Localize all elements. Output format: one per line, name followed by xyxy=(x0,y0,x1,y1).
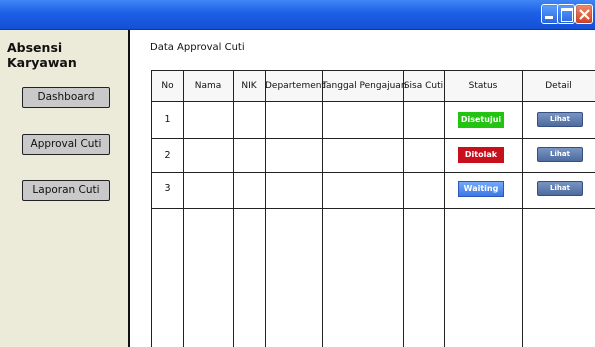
row-number: 2 xyxy=(164,150,171,161)
page-title: Data Approval Cuti xyxy=(150,42,245,53)
sidebar-item-approval-cuti[interactable]: Approval Cuti xyxy=(22,134,110,155)
sidebar-item-dashboard[interactable]: Dashboard xyxy=(22,87,110,108)
column-header-departement: Departement xyxy=(265,81,325,91)
column-header-no: No xyxy=(161,81,174,91)
row-number: 1 xyxy=(164,114,171,125)
app-title: Absensi Karyawan xyxy=(7,40,77,70)
status-badge: Disetujui xyxy=(458,112,504,128)
status-badge: Waiting xyxy=(458,181,504,197)
status-badge: Ditolak xyxy=(458,147,504,163)
column-header-nik: NIK xyxy=(241,81,257,91)
sidebar: Absensi Karyawan Dashboard Approval Cuti… xyxy=(0,30,130,347)
detail-button[interactable]: Lihat Detail xyxy=(537,181,583,205)
column-header-tanggal-pengajuan: Tanggal Pengajuan xyxy=(322,81,407,91)
column-header-sisa-cuti: Sisa Cuti xyxy=(403,81,444,91)
detail-button[interactable]: Lihat Detail xyxy=(537,112,583,136)
detail-button[interactable]: Lihat Detail xyxy=(537,147,583,171)
close-icon[interactable] xyxy=(575,4,593,24)
row-number: 3 xyxy=(164,183,171,194)
sidebar-item-laporan-cuti[interactable]: Laporan Cuti xyxy=(22,180,110,201)
app-window: Absensi Karyawan Dashboard Approval Cuti… xyxy=(0,0,595,347)
main-content: Data Approval Cuti No Nama NIK Departeme… xyxy=(132,30,595,347)
column-header-status: Status xyxy=(468,81,498,91)
window-titlebar[interactable] xyxy=(0,0,595,30)
column-header-detail: Detail xyxy=(545,81,572,91)
maximize-icon[interactable] xyxy=(557,4,575,24)
approval-table: No Nama NIK Departement Tanggal Pengajua… xyxy=(151,70,595,347)
column-header-nama: Nama xyxy=(194,81,222,91)
